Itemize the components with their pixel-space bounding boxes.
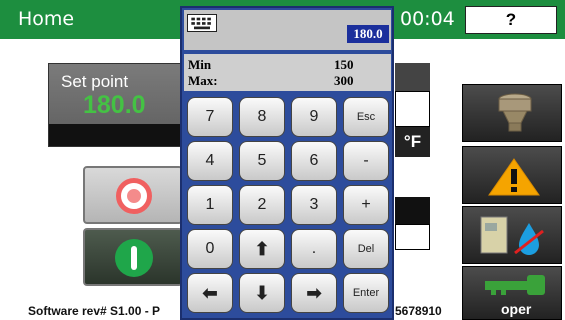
key-5[interactable]: 5 (239, 141, 285, 181)
status-panel-body (395, 224, 430, 250)
stop-icon (116, 178, 152, 214)
setpoint-status-bar (49, 124, 182, 146)
temperature-unit: °F (395, 127, 430, 157)
setpoint-panel[interactable]: Set point 180.0 (48, 63, 183, 147)
keyboard-icon[interactable] (187, 14, 217, 32)
status-panel-header (395, 197, 430, 224)
keypad-header: 180.0 (184, 10, 391, 50)
key-down-arrow-icon[interactable]: ⬇ (239, 273, 285, 313)
key-decimal[interactable]: . (291, 229, 337, 269)
key-minus[interactable]: - (343, 141, 389, 181)
key-8[interactable]: 8 (239, 97, 285, 137)
machine-button[interactable] (462, 84, 562, 142)
machine-icon (498, 93, 532, 132)
setpoint-value: 180.0 (83, 91, 146, 119)
setpoint-label: Set point (61, 72, 129, 91)
keypad-range-info: Min 150 Max: 300 (184, 54, 391, 91)
start-icon (115, 239, 153, 277)
key-enter[interactable]: Enter (343, 273, 389, 313)
serial-number: 5678910 (395, 304, 442, 318)
software-revision: Software rev# S1.00 - P (28, 304, 161, 318)
stop-button[interactable] (83, 166, 183, 224)
clock-display: 00:04 (400, 8, 455, 30)
key-9[interactable]: 9 (291, 97, 337, 137)
page-title: Home (18, 8, 75, 30)
key-0[interactable]: 0 (187, 229, 233, 269)
door-water-icon (480, 216, 544, 255)
key-escape[interactable]: Esc (343, 97, 389, 137)
operator-login-button[interactable]: oper (462, 266, 562, 320)
min-label: Min (188, 57, 212, 72)
key-1[interactable]: 1 (187, 185, 233, 225)
key-left-arrow-icon[interactable]: ⬅ (187, 273, 233, 313)
temperature-panel-header (395, 63, 430, 91)
key-6[interactable]: 6 (291, 141, 337, 181)
start-button[interactable] (83, 228, 183, 286)
key-up-arrow-icon[interactable]: ⬆ (239, 229, 285, 269)
start-icon-bar (131, 246, 137, 270)
keypad-entry-field[interactable]: 180.0 (347, 25, 389, 43)
key-2[interactable]: 2 (239, 185, 285, 225)
alarm-button[interactable] (462, 146, 562, 204)
key-7[interactable]: 7 (187, 97, 233, 137)
key-icon (485, 275, 545, 295)
operator-label: oper (501, 301, 532, 317)
warning-icon (488, 158, 540, 196)
door-water-button[interactable] (462, 206, 562, 264)
key-right-arrow-icon[interactable]: ➡ (291, 273, 337, 313)
key-delete[interactable]: Del (343, 229, 389, 269)
stop-icon-core (124, 186, 144, 206)
key-4[interactable]: 4 (187, 141, 233, 181)
max-value: 300 (334, 73, 354, 88)
min-value: 150 (334, 57, 354, 72)
key-3[interactable]: 3 (291, 185, 337, 225)
key-plus[interactable]: + (343, 185, 389, 225)
numeric-keypad-dialog: 180.0 Min 150 Max: 300 7 8 9 Esc 4 5 6 -… (180, 6, 394, 320)
max-label: Max: (188, 73, 218, 88)
temperature-panel-body (395, 91, 430, 127)
help-button[interactable]: ? (465, 6, 557, 34)
